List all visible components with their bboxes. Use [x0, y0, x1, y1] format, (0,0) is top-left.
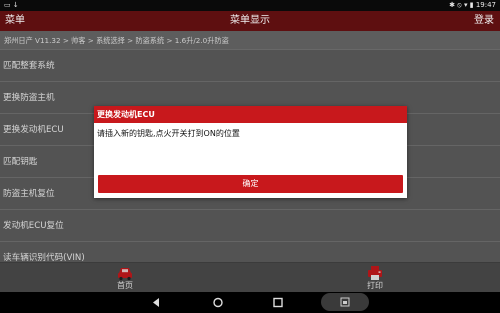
screenshot-icon [340, 297, 350, 307]
screenshot-pill[interactable] [321, 293, 369, 311]
status-bar: ▭ ↓ ✱ ⦸ ▾ ▮ 19:47 [0, 0, 500, 11]
recents-icon[interactable] [271, 296, 285, 309]
system-status-icons: ✱ ⦸ ▾ ▮ [449, 1, 474, 9]
title-bar: 菜单 菜单显示 登录 [0, 11, 500, 31]
page-title: 菜单显示 [230, 15, 270, 26]
clock: 19:47 [475, 1, 496, 9]
login-button[interactable]: 登录 [474, 13, 494, 29]
dialog-title: 更换发动机ECU [94, 106, 407, 123]
status-indicators: ✱ ⦸ ▾ ▮ 19:47 [449, 0, 496, 11]
navigation-bar [0, 292, 500, 313]
dialog-message: 请插入新的钥匙,点火开关打到ON的位置 [97, 129, 240, 138]
replace-ecu-dialog: 更换发动机ECU 请插入新的钥匙,点火开关打到ON的位置 确定 [94, 106, 407, 198]
confirm-button[interactable]: 确定 [98, 175, 403, 193]
back-icon[interactable] [149, 296, 163, 309]
home-nav-icon[interactable] [211, 296, 225, 309]
notification-icons: ▭ ↓ [4, 1, 19, 9]
